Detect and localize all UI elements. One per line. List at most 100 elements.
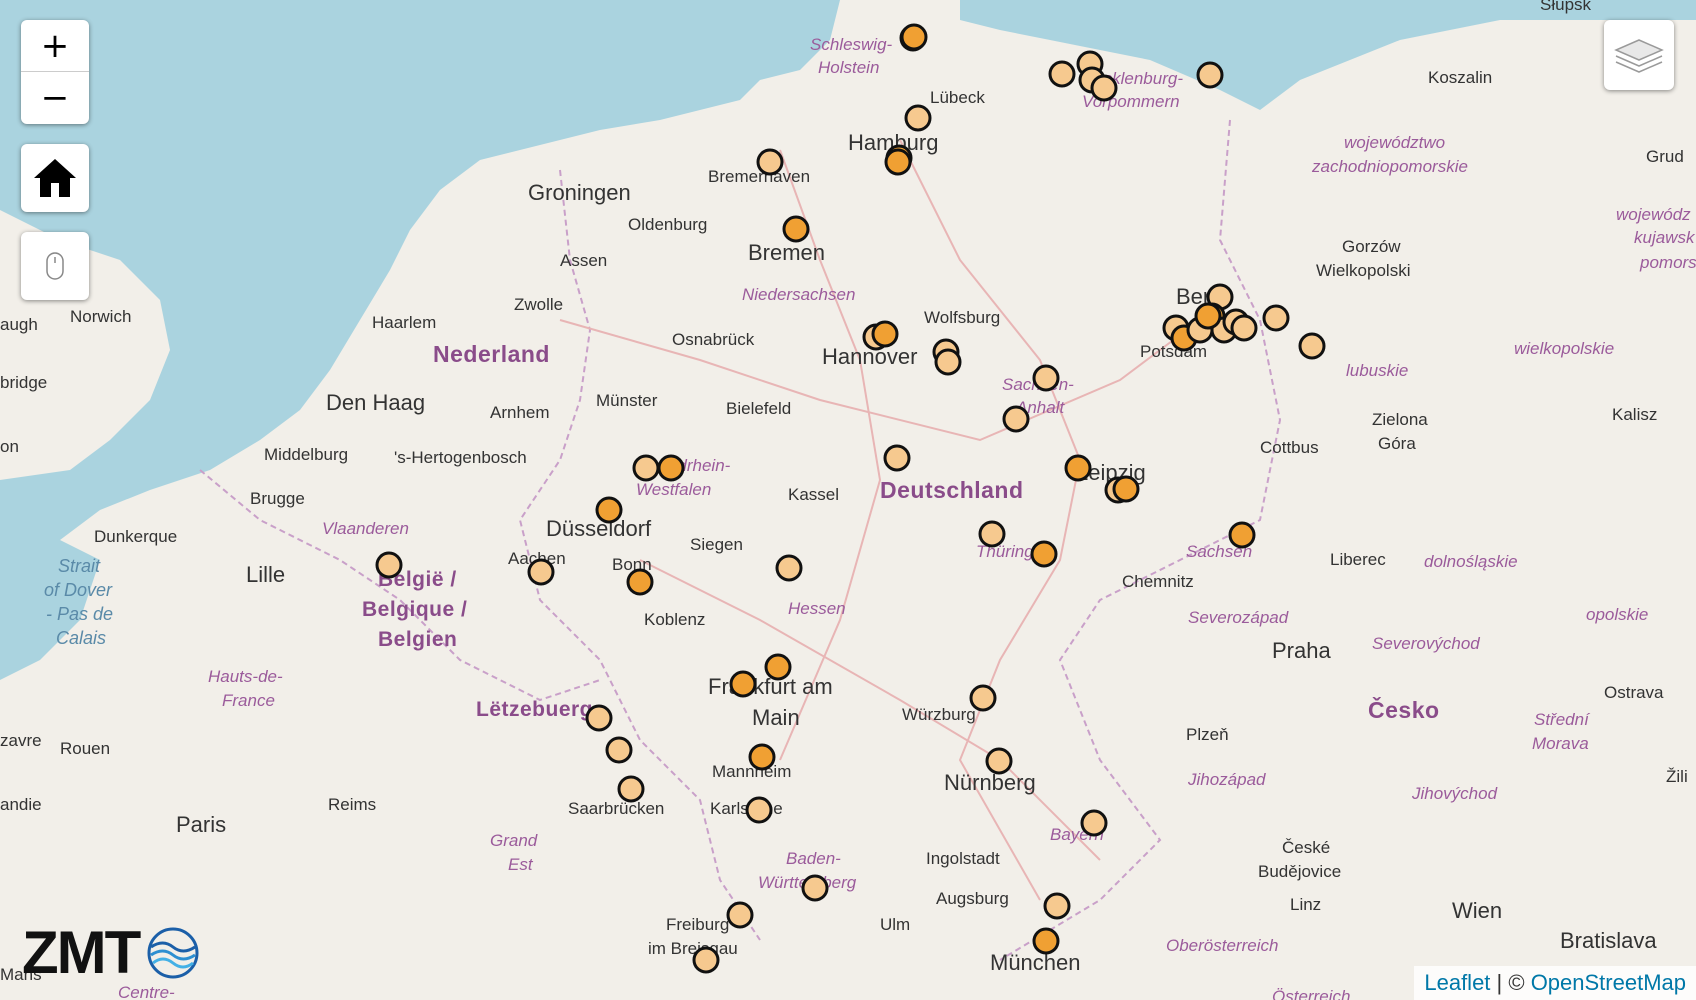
label-cesko: Česko <box>1368 696 1440 723</box>
map-marker[interactable] <box>1194 302 1222 330</box>
map-marker[interactable] <box>801 874 829 902</box>
city-bielefeld: Bielefeld <box>726 399 791 418</box>
city-brugge: Brugge <box>250 489 305 508</box>
city-cottbus: Cottbus <box>1260 438 1319 457</box>
city-saarbrucken: Saarbrücken <box>568 799 664 818</box>
city-lubeck: Lübeck <box>930 88 985 107</box>
map-marker[interactable] <box>904 104 932 132</box>
city-wien: Wien <box>1452 898 1502 923</box>
sea-of-dover: of Dover <box>44 580 113 600</box>
wave-logo-icon <box>147 927 199 978</box>
city-bremen: Bremen <box>748 240 825 265</box>
city-assen: Assen <box>560 251 607 270</box>
map-marker[interactable] <box>1090 74 1118 102</box>
map-marker[interactable] <box>1002 405 1030 433</box>
label-belgien: Belgien <box>378 628 457 651</box>
map-marker[interactable] <box>626 568 654 596</box>
city-dunkerque: Dunkerque <box>94 527 177 546</box>
map-marker[interactable] <box>883 444 911 472</box>
city-ostrava: Ostrava <box>1604 683 1664 702</box>
map-marker[interactable] <box>756 148 784 176</box>
map-marker[interactable] <box>1064 454 1092 482</box>
region-severozapad: Severozápad <box>1188 608 1289 627</box>
label-deutschland: Deutschland <box>880 477 1024 503</box>
label-letzebuerg: Lëtzebuerg <box>476 698 593 721</box>
city-im-breisgau: im Breisgau <box>648 939 738 958</box>
map-marker[interactable] <box>617 775 645 803</box>
city-bridge: bridge <box>0 373 47 392</box>
map-marker[interactable] <box>1048 60 1076 88</box>
map-marker[interactable] <box>1228 521 1256 549</box>
leaflet-link[interactable]: Leaflet <box>1424 970 1490 995</box>
map-marker[interactable] <box>1030 540 1058 568</box>
city-linz: Linz <box>1290 895 1321 914</box>
city-gorzow: Gorzów <box>1342 237 1401 256</box>
layers-button[interactable] <box>1604 20 1674 90</box>
map-marker[interactable] <box>871 320 899 348</box>
map-marker[interactable] <box>605 736 633 764</box>
map-marker[interactable] <box>632 454 660 482</box>
map-marker[interactable] <box>595 496 623 524</box>
home-button[interactable] <box>21 144 89 212</box>
map-marker[interactable] <box>1196 61 1224 89</box>
mouse-control[interactable] <box>21 232 89 300</box>
map-marker[interactable] <box>764 653 792 681</box>
map-marker[interactable] <box>1112 475 1140 503</box>
city-koszalin: Koszalin <box>1428 68 1492 87</box>
region-wielkopolskie: wielkopolskie <box>1514 339 1614 358</box>
city-rouen: Rouen <box>60 739 110 758</box>
region-jihovychod: Jihovýchod <box>1411 784 1498 803</box>
map-marker[interactable] <box>748 743 776 771</box>
region-pomors: pomors <box>1639 253 1696 272</box>
region-wojewodz: wojewódz <box>1616 205 1691 224</box>
map-marker[interactable] <box>527 558 555 586</box>
osm-link[interactable]: OpenStreetMap <box>1531 970 1686 995</box>
map-marker[interactable] <box>1032 364 1060 392</box>
city-praha: Praha <box>1272 638 1331 663</box>
city-zavre: zavre <box>0 731 42 750</box>
region-morava: Morava <box>1532 734 1589 753</box>
city-paris: Paris <box>176 812 226 837</box>
map-marker[interactable] <box>585 704 613 732</box>
city-ulm: Ulm <box>880 915 910 934</box>
city-kassel: Kassel <box>788 485 839 504</box>
attribution-bar: Leaflet | © OpenStreetMap <box>1414 966 1696 1000</box>
region-hessen: Hessen <box>788 599 846 618</box>
city-lille: Lille <box>246 562 285 587</box>
map-marker[interactable] <box>782 215 810 243</box>
map-marker[interactable] <box>1080 809 1108 837</box>
map-marker[interactable] <box>729 670 757 698</box>
map-marker[interactable] <box>1032 927 1060 955</box>
map-marker[interactable] <box>1043 892 1071 920</box>
map-marker[interactable] <box>985 747 1013 775</box>
map-marker[interactable] <box>745 796 773 824</box>
city-augsburg: Augsburg <box>936 889 1009 908</box>
city-koblenz: Koblenz <box>644 610 705 629</box>
map-marker[interactable] <box>775 554 803 582</box>
attribution-separator: | © <box>1490 970 1531 995</box>
map-marker[interactable] <box>375 551 403 579</box>
map-marker[interactable] <box>884 148 912 176</box>
map-canvas[interactable]: Nederland Deutschland België / Belgique … <box>0 0 1696 1000</box>
map-marker[interactable] <box>934 348 962 376</box>
map-marker[interactable] <box>969 684 997 712</box>
zoom-in-button[interactable]: + <box>21 20 89 72</box>
city-groningen: Groningen <box>528 180 631 205</box>
map-marker[interactable] <box>1262 304 1290 332</box>
zoom-out-button[interactable]: − <box>21 72 89 123</box>
region-lubuskie: lubuskie <box>1346 361 1408 380</box>
map-marker[interactable] <box>978 520 1006 548</box>
map-marker[interactable] <box>692 946 720 974</box>
map-marker[interactable] <box>657 454 685 482</box>
map-marker[interactable] <box>1230 314 1258 342</box>
map-marker[interactable] <box>1298 332 1326 360</box>
city-freiburg: Freiburg <box>666 915 729 934</box>
region-france: France <box>222 691 275 710</box>
city-den-haag: Den Haag <box>326 390 425 415</box>
basemap: Nederland Deutschland België / Belgique … <box>0 0 1696 1000</box>
city-kalisz: Kalisz <box>1612 405 1657 424</box>
city-norwich: Norwich <box>70 307 131 326</box>
map-marker[interactable] <box>726 901 754 929</box>
city-main: Main <box>752 705 800 730</box>
map-marker[interactable] <box>900 23 928 51</box>
